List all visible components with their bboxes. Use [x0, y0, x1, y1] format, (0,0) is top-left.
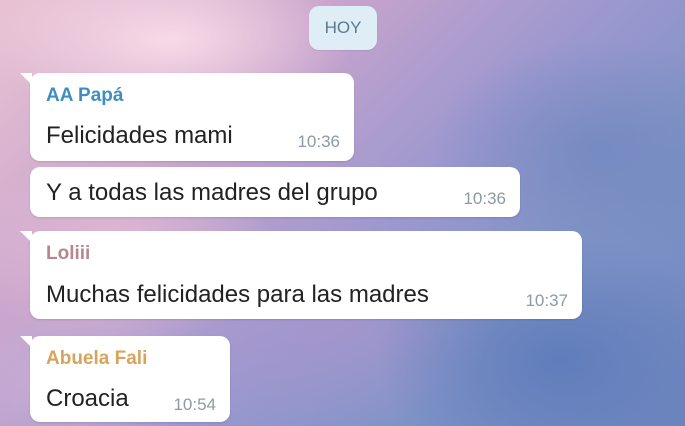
message-text: Croacia [46, 385, 129, 412]
date-divider: HOY [309, 6, 377, 50]
message-sender[interactable]: Loliii [46, 243, 90, 265]
message-time: 10:54 [173, 395, 216, 414]
message-bubble[interactable]: Abuela Fali Croacia 10:54 [20, 336, 230, 422]
message-time: 10:36 [297, 132, 340, 151]
message-text: Muchas felicidades para las madres [46, 281, 429, 308]
message-text: Felicidades mami [46, 122, 233, 149]
message-bubble[interactable]: Y a todas las madres del grupo 10:36 [30, 167, 520, 217]
message-text: Y a todas las madres del grupo [46, 179, 378, 206]
message-time: 10:36 [463, 189, 506, 208]
message-sender[interactable]: AA Papá [46, 85, 123, 107]
message-sender[interactable]: Abuela Fali [46, 348, 147, 370]
date-divider-label: HOY [324, 18, 362, 37]
message-time: 10:37 [525, 291, 568, 310]
chat-area: HOY AA Papá Felicidades mami 10:36 Y a t… [0, 0, 685, 426]
message-bubble[interactable]: Loliii Muchas felicidades para las madre… [20, 231, 582, 319]
message-bubble[interactable]: AA Papá Felicidades mami 10:36 [20, 73, 354, 161]
